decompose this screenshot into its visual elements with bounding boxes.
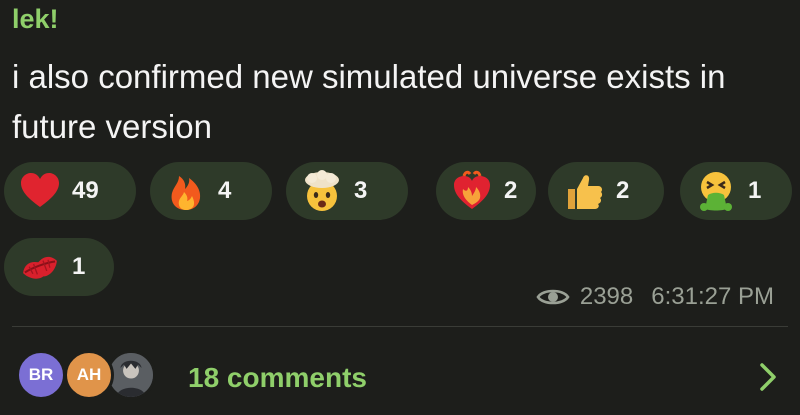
fire-icon [171,176,201,210]
message-post: lek! i also confirmed new simulated univ… [0,0,800,415]
divider [12,326,788,327]
vomiting-face-icon [700,172,732,211]
kiss-mark-icon [23,256,57,279]
chevron-right-icon [760,363,776,391]
reaction-fire[interactable]: 4 [150,162,272,220]
author-name[interactable]: lek! [12,4,59,35]
reaction-heart-on-fire[interactable]: 2 [436,162,536,220]
message-time: 6:31:27 PM [651,283,774,310]
reaction-count: 4 [218,177,232,204]
eye-icon [536,289,570,305]
comments-count-label: 18 comments [188,362,367,393]
heart-on-fire-icon [454,170,490,209]
red-heart-icon [21,173,59,207]
reaction-count: 2 [616,177,630,204]
comments-button[interactable]: AH BR 18 comments [0,336,800,415]
reaction-heart[interactable]: 49 [4,162,136,220]
avatar: AH [64,350,114,400]
message-meta: 2398 6:31:27 PM [536,283,774,311]
reaction-count: 1 [72,253,86,280]
reaction-count: 3 [354,177,368,204]
reaction-exploding-head[interactable]: 3 [286,162,408,220]
reaction-count: 1 [748,177,762,204]
reaction-count: 2 [504,177,518,204]
view-count: 2398 [579,283,634,310]
exploding-head-icon [305,170,339,211]
avatar: BR [16,350,66,400]
reaction-thumbs-up[interactable]: 2 [548,162,664,220]
thumbs-up-icon [568,175,603,209]
message-text: i also confirmed new simulated universe … [12,58,726,145]
reaction-vomiting-face[interactable]: 1 [680,162,792,220]
reaction-count: 49 [72,177,99,204]
reaction-kiss-mark[interactable]: 1 [4,238,114,296]
avatar-image [109,353,153,397]
